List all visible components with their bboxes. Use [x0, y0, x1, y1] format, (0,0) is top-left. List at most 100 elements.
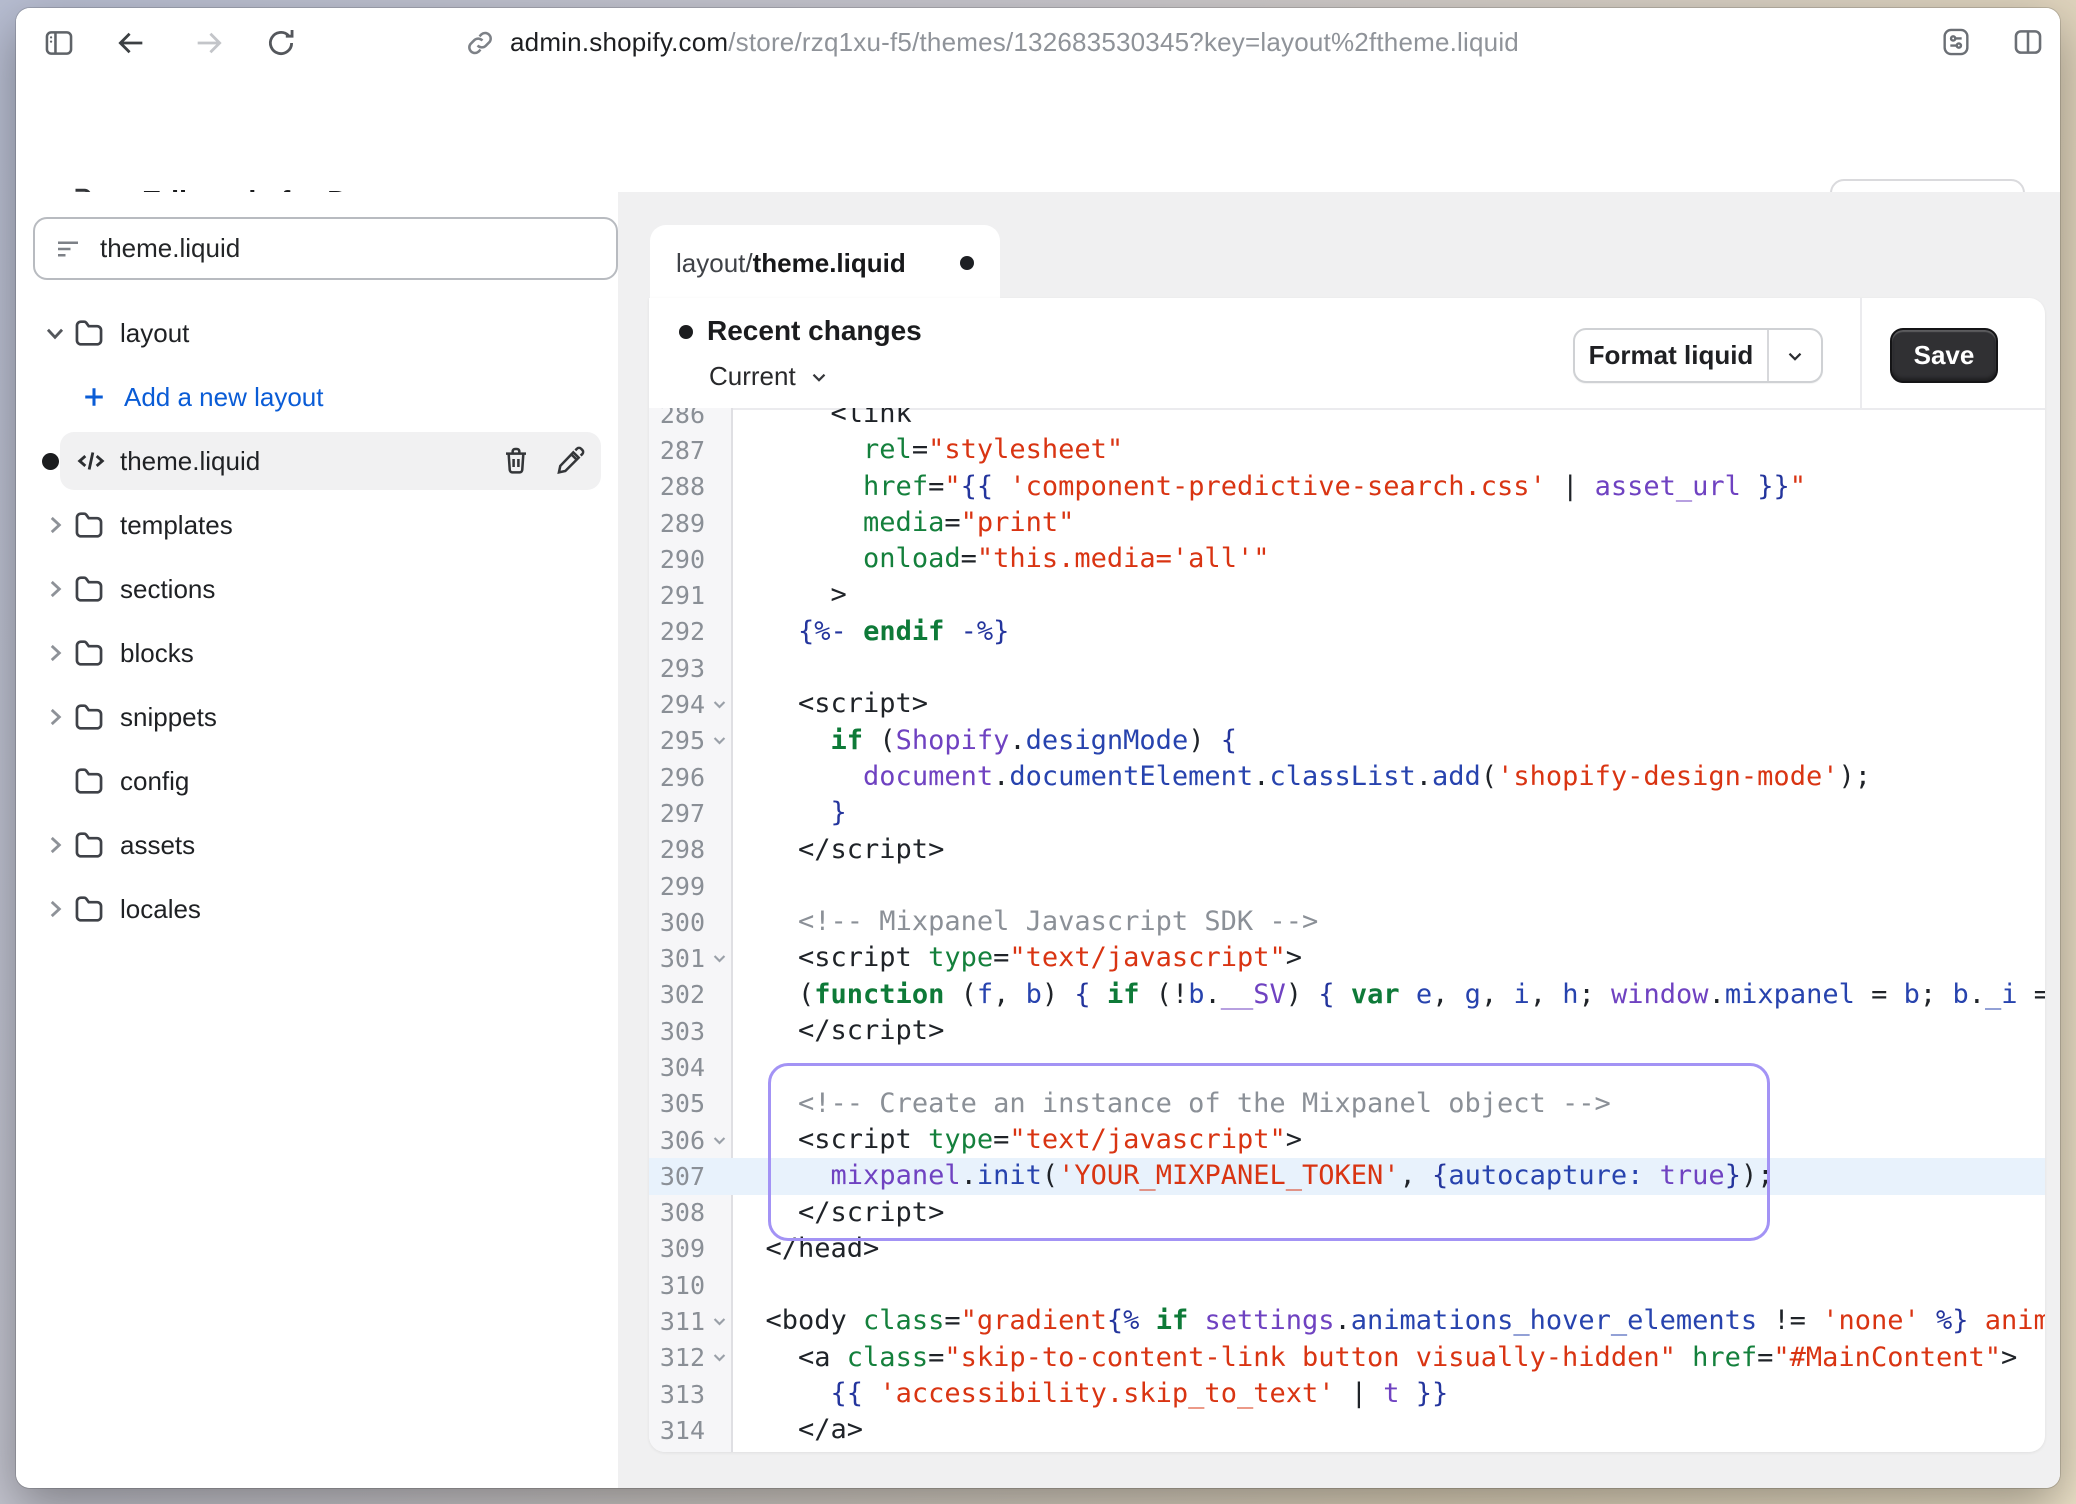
code-text: href="{{ 'component-predictive-search.cs… [733, 469, 1806, 505]
sidebar-folder-locales[interactable]: locales [16, 877, 618, 941]
sidebar-file-theme.liquid[interactable]: theme.liquid [16, 429, 618, 493]
code-line-297[interactable]: 297 } [649, 795, 2045, 831]
code-line-299[interactable]: 299 [649, 868, 2045, 904]
code-line-289[interactable]: 289 media="print" [649, 505, 2045, 541]
sidebar-folder-blocks[interactable]: blocks [16, 621, 618, 685]
code-line-306[interactable]: 306 <script type="text/javascript"> [649, 1122, 2045, 1158]
code-line-311[interactable]: 311 <body class="gradient{% if settings.… [649, 1303, 2045, 1339]
fold-chevron-icon[interactable] [705, 696, 733, 713]
version-dropdown[interactable]: Current [709, 361, 830, 392]
chevron-right-icon[interactable] [42, 576, 68, 602]
code-line-287[interactable]: 287 rel="stylesheet" [649, 432, 2045, 468]
reload-icon[interactable] [264, 26, 298, 60]
code-line-300[interactable]: 300 <!-- Mixpanel Javascript SDK --> [649, 904, 2045, 940]
app-header: Edit code for Dawn ••• Preview store [16, 77, 2060, 194]
code-line-294[interactable]: 294 <script> [649, 686, 2045, 722]
code-text: <!-- Create an instance of the Mixpanel … [733, 1086, 1611, 1122]
sidebar-folder-config[interactable]: config [16, 749, 618, 813]
code-line-313[interactable]: 313 {{ 'accessibility.skip_to_text' | t … [649, 1376, 2045, 1412]
code-line-312[interactable]: 312 <a class="skip-to-content-link butto… [649, 1340, 2045, 1376]
line-number: 297 [649, 799, 705, 828]
line-number: 307 [649, 1162, 705, 1191]
save-button[interactable]: Save [1890, 328, 1998, 383]
sidebar-folder-label: layout [120, 318, 189, 349]
code-line-295[interactable]: 295 if (Shopify.designMode) { [649, 723, 2045, 759]
sidebar-folder-sections[interactable]: sections [16, 557, 618, 621]
code-line-301[interactable]: 301 <script type="text/javascript"> [649, 940, 2045, 976]
code-text: <script> [733, 686, 928, 722]
chevron-right-icon[interactable] [42, 832, 68, 858]
format-liquid-menu-button[interactable] [1767, 330, 1821, 381]
code-line-302[interactable]: 302 (function (f, b) { if (!b.__SV) { va… [649, 977, 2045, 1013]
code-line-308[interactable]: 308 </script> [649, 1195, 2045, 1231]
line-number: 300 [649, 908, 705, 937]
code-line-307[interactable]: 307 mixpanel.init('YOUR_MIXPANEL_TOKEN',… [649, 1158, 2045, 1194]
selected-file-row[interactable]: theme.liquid [60, 432, 601, 490]
chevron-right-icon[interactable] [42, 768, 68, 794]
address-bar[interactable]: admin.shopify.com/store/rzq1xu-f5/themes… [464, 8, 1519, 77]
code-line-293[interactable]: 293 [649, 650, 2045, 686]
code-text: media="print" [733, 505, 1074, 541]
format-liquid-button[interactable]: Format liquid [1575, 330, 1767, 381]
fold-chevron-icon[interactable] [705, 1132, 733, 1149]
sidebar-folder-templates[interactable]: templates [16, 493, 618, 557]
chevron-down-icon[interactable] [42, 320, 68, 346]
line-number: 287 [649, 436, 705, 465]
line-number: 291 [649, 581, 705, 610]
code-text: rel="stylesheet" [733, 432, 1123, 468]
forward-button-icon[interactable] [192, 26, 226, 60]
line-number: 292 [649, 617, 705, 646]
sidebar-folder-layout[interactable]: layout [16, 301, 618, 365]
code-file-icon [74, 444, 108, 478]
code-line-286[interactable]: 286 <link [649, 408, 2045, 432]
line-number: 312 [649, 1343, 705, 1372]
browser-toolbar: admin.shopify.com/store/rzq1xu-f5/themes… [16, 8, 2060, 78]
code-line-288[interactable]: 288 href="{{ 'component-predictive-searc… [649, 469, 2045, 505]
sidebar-folder-snippets[interactable]: snippets [16, 685, 618, 749]
code-line-305[interactable]: 305 <!-- Create an instance of the Mixpa… [649, 1086, 2045, 1122]
code-text: } [733, 795, 847, 831]
code-line-309[interactable]: 309 </head> [649, 1231, 2045, 1267]
recent-changes-label: Recent changes [707, 315, 922, 347]
code-line-314[interactable]: 314 </a> [649, 1412, 2045, 1448]
chevron-down-icon [1784, 345, 1806, 367]
line-number: 298 [649, 835, 705, 864]
chevron-right-icon[interactable] [42, 640, 68, 666]
split-view-icon[interactable] [2011, 25, 2045, 59]
code-scroll-region[interactable]: 286 <link287 rel="stylesheet"288 href="{… [649, 408, 2045, 1452]
line-number: 304 [649, 1053, 705, 1082]
filter-value: theme.liquid [100, 233, 240, 264]
folder-icon [72, 764, 106, 798]
back-button-icon[interactable] [114, 26, 148, 60]
code-line-304[interactable]: 304 [649, 1049, 2045, 1085]
sidebar-folder-label: locales [120, 894, 201, 925]
code-text: > [733, 577, 847, 613]
delete-file-icon[interactable] [500, 445, 532, 477]
rename-file-icon[interactable] [554, 445, 586, 477]
line-number: 301 [649, 944, 705, 973]
code-line-310[interactable]: 310 [649, 1267, 2045, 1303]
fold-chevron-icon[interactable] [705, 732, 733, 749]
code-line-296[interactable]: 296 document.documentElement.classList.a… [649, 759, 2045, 795]
editor-area: layout/theme.liquid Recent changes Curre… [618, 192, 2060, 1488]
code-line-298[interactable]: 298 </script> [649, 832, 2045, 868]
browser-extensions-icon[interactable] [1939, 25, 1973, 59]
fold-chevron-icon[interactable] [705, 1313, 733, 1330]
code-line-303[interactable]: 303 </script> [649, 1013, 2045, 1049]
chevron-right-icon[interactable] [42, 704, 68, 730]
url-path: /store/rzq1xu-f5/themes/132683530345?key… [728, 27, 1519, 57]
fold-chevron-icon[interactable] [705, 950, 733, 967]
chevron-right-icon[interactable] [42, 512, 68, 538]
fold-chevron-icon[interactable] [705, 1349, 733, 1366]
code-line-292[interactable]: 292 {%- endif -%} [649, 614, 2045, 650]
code-line-291[interactable]: 291 > [649, 577, 2045, 613]
tab-theme-liquid[interactable]: layout/theme.liquid [650, 225, 1000, 301]
code-line-290[interactable]: 290 onload="this.media='all'" [649, 541, 2045, 577]
sidebar-folder-assets[interactable]: assets [16, 813, 618, 877]
file-filter-input[interactable]: theme.liquid [33, 217, 618, 280]
sidebar-toggle-icon[interactable] [42, 26, 76, 60]
code-text: <script type="text/javascript"> [733, 1122, 1302, 1158]
code-text: <script type="text/javascript"> [733, 940, 1302, 976]
add-new-layout-link[interactable]: Add a new layout [16, 365, 618, 429]
chevron-right-icon[interactable] [42, 896, 68, 922]
